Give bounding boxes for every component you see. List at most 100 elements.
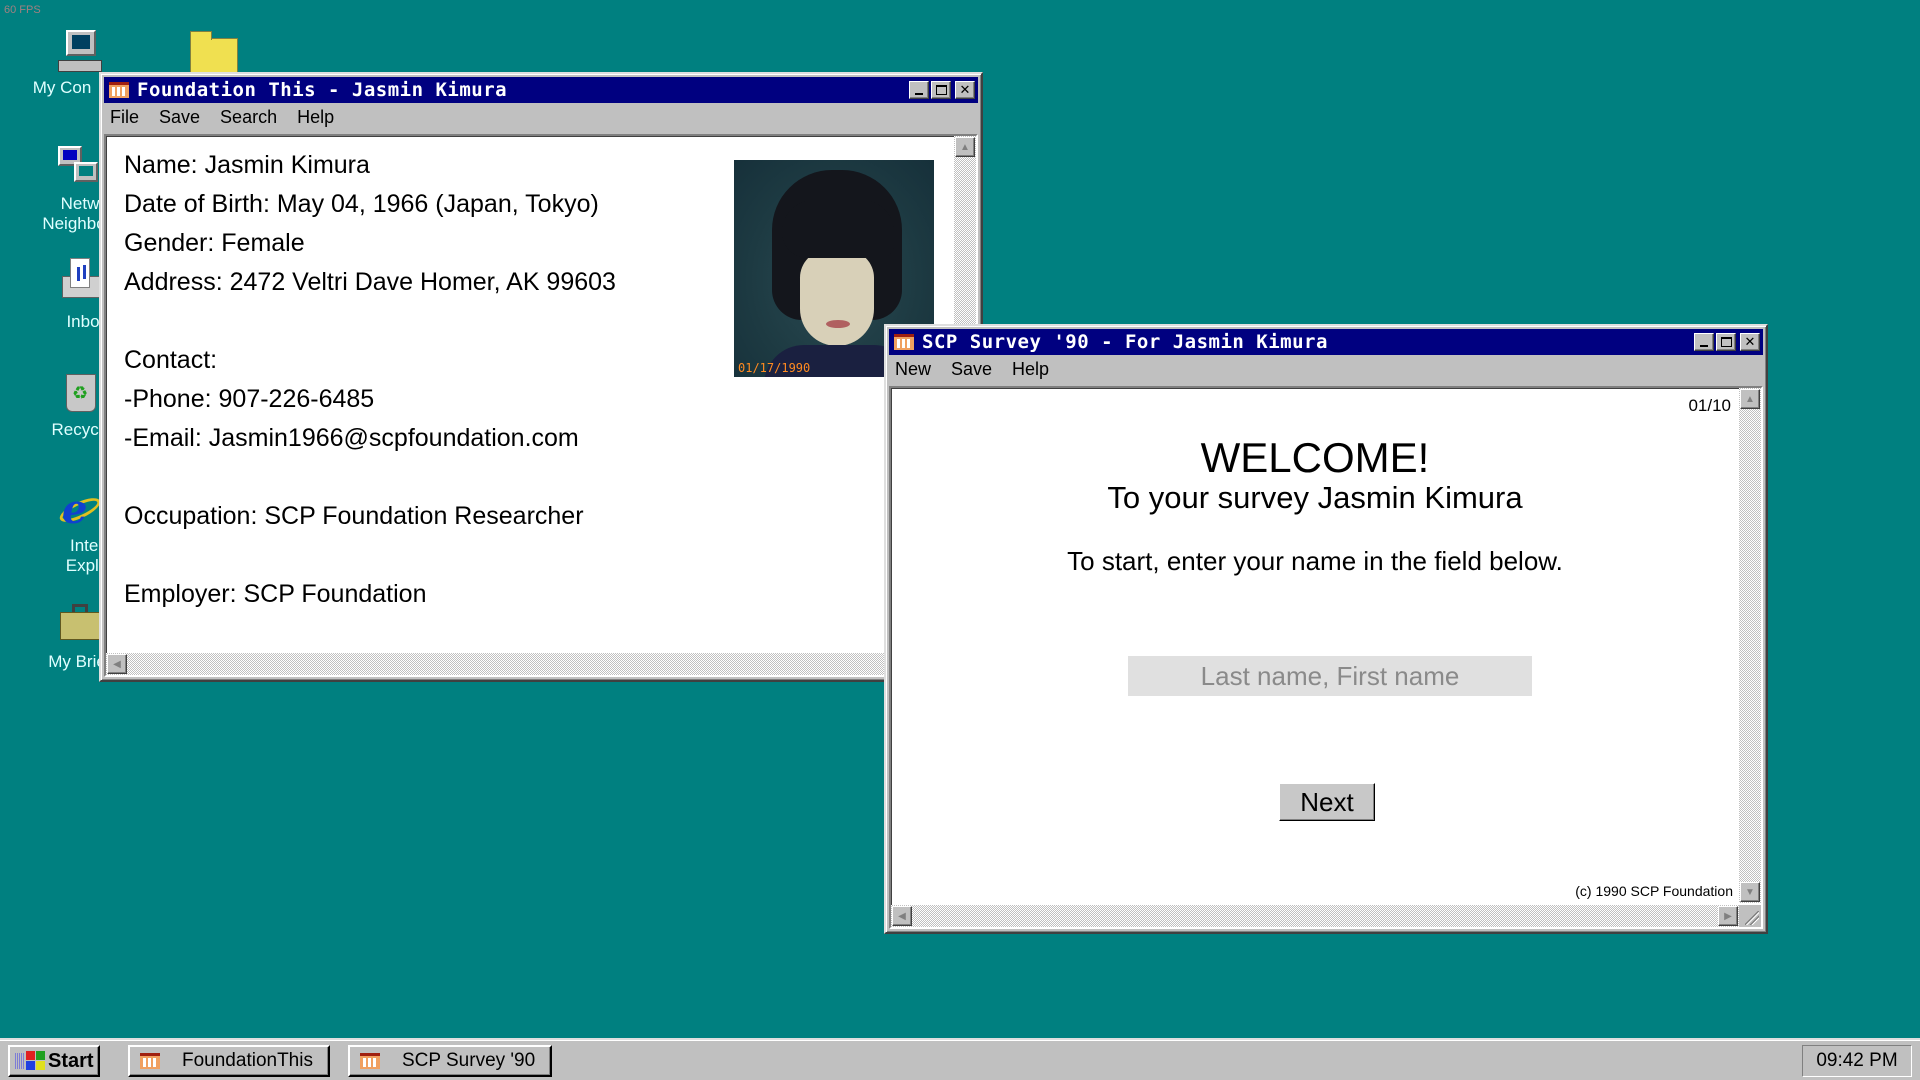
profile-content: Name: Jasmin Kimura Date of Birth: May 0…	[104, 134, 978, 677]
maximize-icon	[1720, 337, 1732, 347]
survey-instruction: To start, enter your name in the field b…	[1067, 546, 1563, 576]
profile-dob: Date of Birth: May 04, 1966 (Japan, Toky…	[124, 190, 599, 218]
survey-content: 01/10 WELCOME! To your survey Jasmin Kim…	[889, 386, 1763, 929]
app-icon	[140, 1053, 160, 1069]
maximize-button[interactable]	[1716, 333, 1736, 351]
desktop-icon-label: My Con	[32, 78, 92, 97]
menu-save[interactable]: Save	[951, 359, 992, 380]
app-icon	[360, 1053, 380, 1069]
desktop-icon-my-computer[interactable]: My Con	[12, 30, 112, 98]
survey-window: SCP Survey '90 - For Jasmin Kimura ✕ New…	[884, 324, 1768, 934]
next-button[interactable]: Next	[1279, 783, 1375, 821]
taskbar-item-label: SCP Survey '90	[402, 1050, 536, 1071]
menu-new[interactable]: New	[895, 359, 931, 380]
minimize-button[interactable]	[1694, 333, 1714, 351]
survey-window-titlebar[interactable]: SCP Survey '90 - For Jasmin Kimura ✕	[889, 329, 1763, 355]
computer-icon	[58, 30, 102, 74]
menu-file[interactable]: File	[110, 107, 139, 128]
close-icon: ✕	[1744, 334, 1756, 350]
maximize-icon	[935, 85, 947, 95]
window-title: SCP Survey '90 - For Jasmin Kimura	[922, 331, 1328, 353]
menu-help[interactable]: Help	[297, 107, 334, 128]
profile-employer: Employer: SCP Foundation	[124, 580, 427, 608]
internet-explorer-icon: e	[56, 488, 104, 532]
vertical-scrollbar[interactable]: ▲ ▼	[1739, 388, 1761, 903]
resize-grip[interactable]	[1739, 905, 1761, 927]
close-button[interactable]: ✕	[955, 81, 975, 99]
close-button[interactable]: ✕	[1740, 333, 1760, 351]
menu-save[interactable]: Save	[159, 107, 200, 128]
desktop-icon-inbox[interactable]: Inbo	[12, 258, 112, 332]
inbox-icon	[58, 258, 102, 302]
profile-occupation: Occupation: SCP Foundation Researcher	[124, 502, 584, 530]
maximize-button[interactable]	[931, 81, 951, 99]
menu-help[interactable]: Help	[1012, 359, 1049, 380]
copyright-text: (c) 1990 SCP Foundation	[1575, 883, 1733, 899]
desktop-icon-my-briefcase[interactable]: My Brie	[12, 600, 112, 672]
scroll-down-button[interactable]: ▼	[1740, 882, 1760, 902]
system-clock[interactable]: 09:42 PM	[1802, 1045, 1912, 1077]
taskbar-item-scp-survey[interactable]: SCP Survey '90	[348, 1045, 552, 1077]
recycle-bin-icon	[58, 370, 102, 414]
profile-name: Name: Jasmin Kimura	[124, 151, 370, 179]
arrow-left-icon: ◀	[898, 910, 906, 922]
start-button[interactable]: Start	[8, 1045, 100, 1077]
briefcase-icon	[58, 600, 102, 644]
desktop-icon-label-line1: Netw	[60, 194, 100, 213]
scroll-up-button[interactable]: ▲	[955, 137, 975, 157]
app-icon	[894, 334, 914, 350]
desktop-icon-recycle-bin[interactable]: Recycl	[12, 370, 112, 440]
folder-icon[interactable]	[190, 31, 238, 74]
desktop-icon-label-line1: Inter	[69, 536, 105, 555]
welcome-heading: WELCOME!	[1200, 434, 1430, 481]
scroll-left-button[interactable]: ◀	[892, 906, 912, 926]
close-icon: ✕	[959, 82, 971, 98]
survey-subtitle: To your survey Jasmin Kimura	[1107, 480, 1523, 515]
profile-window-titlebar[interactable]: Foundation This - Jasmin Kimura ✕	[104, 77, 978, 103]
window-title: Foundation This - Jasmin Kimura	[137, 79, 508, 101]
desktop-icon-label-line2: Neighbo	[42, 214, 106, 233]
menu-search[interactable]: Search	[220, 107, 277, 128]
minimize-icon	[1700, 345, 1708, 347]
desktop-icon-network-neighborhood[interactable]: Netw Neighbo	[12, 146, 112, 234]
desktop-icon-label: Inbo	[66, 312, 100, 331]
profile-gender: Gender: Female	[124, 229, 305, 257]
page-counter: 01/10	[1688, 396, 1731, 415]
survey-menubar: New Save Help	[889, 355, 1763, 383]
scroll-right-button[interactable]: ▶	[1718, 906, 1738, 926]
minimize-button[interactable]	[909, 81, 929, 99]
windows-logo-icon	[14, 1050, 45, 1072]
taskbar-item-label: FoundationThis	[182, 1050, 313, 1071]
network-neighborhood-icon	[56, 146, 100, 190]
desktop-icon-label: Recycl	[51, 420, 103, 439]
arrow-up-icon: ▲	[960, 141, 970, 153]
start-label: Start	[48, 1049, 94, 1072]
profile-details: Name: Jasmin Kimura Date of Birth: May 0…	[124, 146, 616, 614]
taskbar-item-foundationthis[interactable]: FoundationThis	[128, 1045, 330, 1077]
desktop-icon-internet-explorer[interactable]: e Inter Explo	[12, 488, 112, 576]
arrow-left-icon: ◀	[113, 658, 121, 670]
profile-contact-heading: Contact:	[124, 346, 218, 374]
fps-counter: 60 FPS	[4, 4, 41, 16]
profile-email: -Email: Jasmin1966@scpfoundation.com	[124, 424, 579, 452]
taskbar: Start FoundationThis SCP Survey '90 09:4…	[0, 1038, 1920, 1080]
horizontal-scrollbar[interactable]: ◀	[106, 653, 954, 675]
minimize-icon	[915, 93, 923, 95]
app-icon	[109, 82, 129, 98]
desktop-icon-label: My Brie	[48, 652, 106, 671]
arrow-down-icon: ▼	[1745, 886, 1755, 898]
arrow-up-icon: ▲	[1745, 393, 1755, 405]
scroll-up-button[interactable]: ▲	[1740, 389, 1760, 409]
scroll-left-button[interactable]: ◀	[107, 654, 127, 674]
profile-address: Address: 2472 Veltri Dave Homer, AK 9960…	[124, 268, 616, 296]
photo-date-stamp: 01/17/1990	[738, 361, 811, 375]
name-input[interactable]	[1128, 656, 1532, 696]
profile-window: Foundation This - Jasmin Kimura ✕ File S…	[99, 72, 983, 682]
arrow-right-icon: ▶	[1724, 910, 1732, 922]
profile-menubar: File Save Search Help	[104, 103, 978, 131]
horizontal-scrollbar[interactable]: ◀ ▶	[891, 905, 1739, 927]
desktop-icon-label-line2: Explo	[65, 556, 109, 575]
